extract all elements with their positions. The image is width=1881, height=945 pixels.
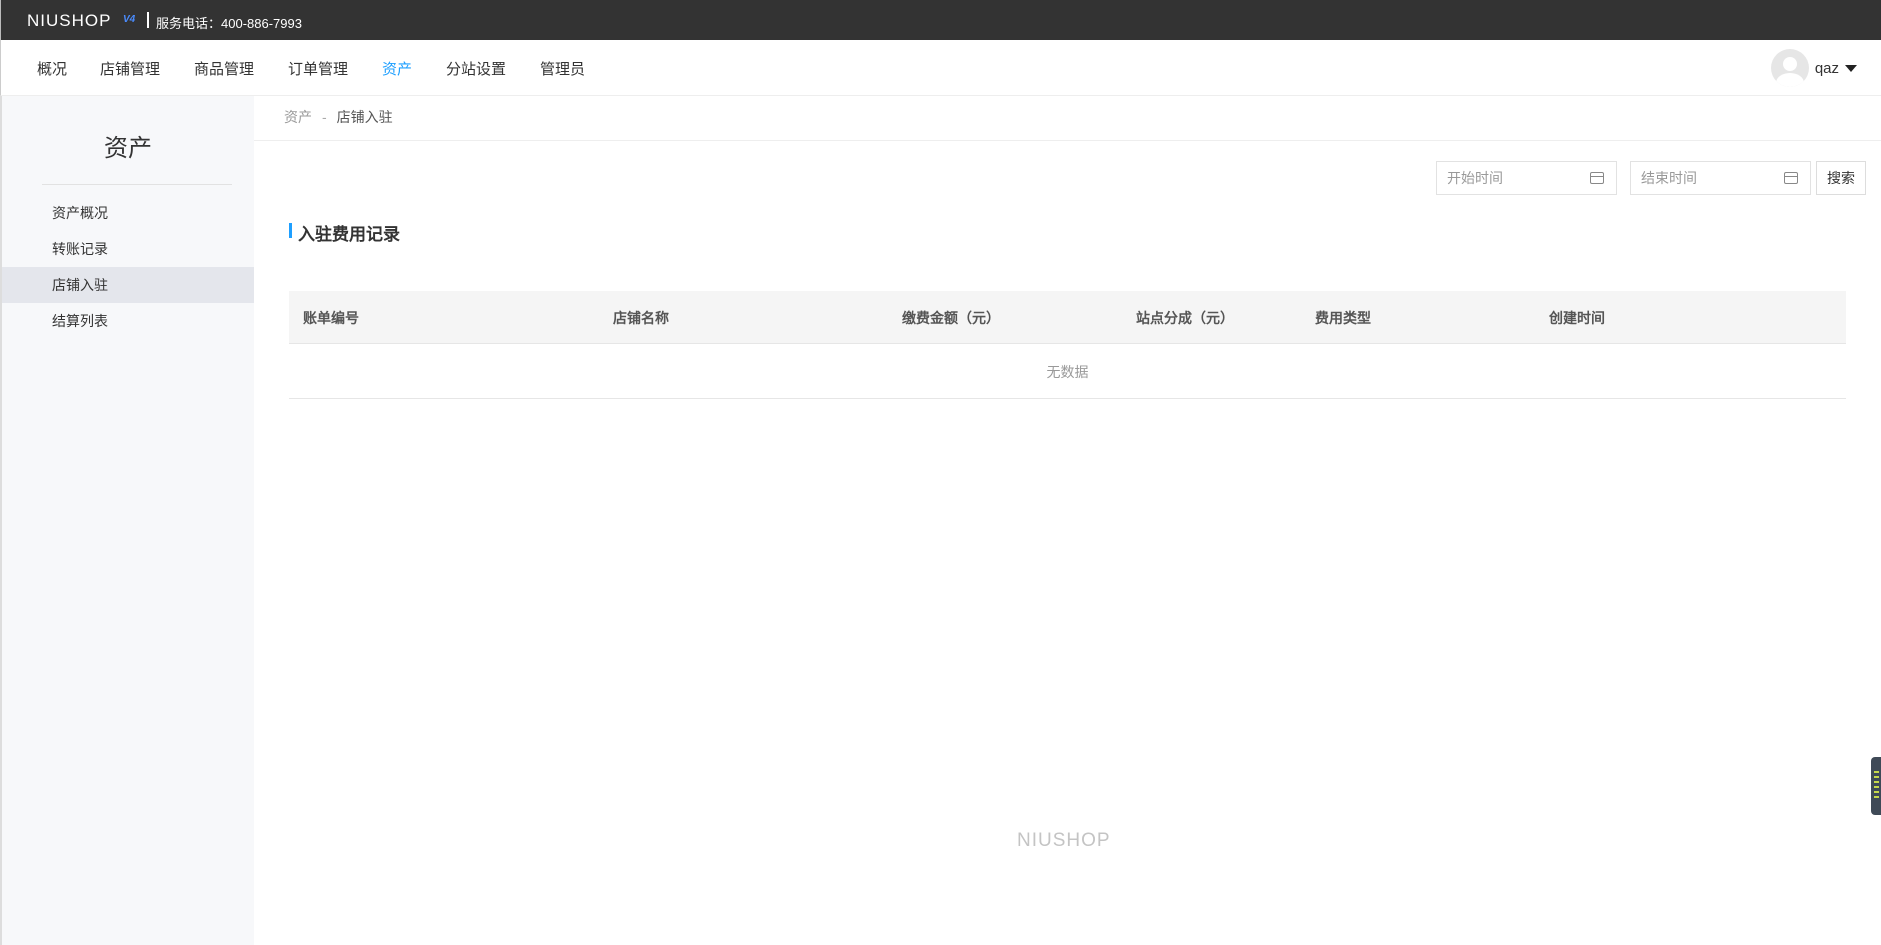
floating-side-handle[interactable]: [1871, 757, 1881, 815]
sidebar-item-store-settlement[interactable]: 店铺入驻: [2, 267, 254, 303]
nav-item-store-management[interactable]: 店铺管理: [100, 58, 160, 79]
column-header-bill-number: 账单编号: [303, 310, 359, 326]
section-title-text: 入驻费用记录: [298, 225, 400, 244]
top-bar: NIUSHOP V4 服务电话：400-886-7993: [0, 0, 1881, 40]
handle-grip-line: [1874, 786, 1879, 788]
nav-item-substation-settings[interactable]: 分站设置: [446, 58, 506, 79]
user-menu[interactable]: qaz: [1770, 48, 1857, 88]
nav-item-overview[interactable]: 概况: [37, 58, 67, 79]
start-date-field[interactable]: [1436, 161, 1617, 195]
nav-item-order-management[interactable]: 订单管理: [288, 58, 348, 79]
table-header: 账单编号 店铺名称 缴费金额（元） 站点分成（元） 费用类型 创建时间: [289, 291, 1846, 344]
column-header-store-name: 店铺名称: [613, 310, 669, 326]
column-header-created-time: 创建时间: [1549, 310, 1605, 326]
search-button[interactable]: 搜索: [1816, 161, 1866, 195]
calendar-icon: [1784, 172, 1798, 184]
end-date-field[interactable]: [1630, 161, 1811, 195]
handle-grip-line: [1874, 796, 1879, 798]
handle-grip-line: [1874, 776, 1879, 778]
sidebar-title: 资产: [104, 135, 152, 162]
avatar-body-shape: [1775, 73, 1804, 87]
section-title: 入驻费用记录: [289, 220, 400, 245]
column-header-site-commission: 站点分成（元）: [1136, 310, 1234, 326]
sidebar-item-settlement-list[interactable]: 结算列表: [2, 303, 254, 339]
nav-item-administrator[interactable]: 管理员: [540, 58, 585, 79]
handle-grip-line: [1874, 781, 1879, 783]
table-body: 无数据: [289, 343, 1846, 399]
handle-grip-line: [1874, 791, 1879, 793]
nav-item-assets[interactable]: 资产: [382, 58, 412, 79]
breadcrumb-separator: -: [322, 109, 327, 125]
nav-item-goods-management[interactable]: 商品管理: [194, 58, 254, 79]
empty-state-text: 无数据: [1046, 364, 1089, 380]
calendar-icon: [1590, 172, 1604, 184]
column-header-payment-amount: 缴费金额（元）: [902, 310, 1000, 326]
caret-down-icon[interactable]: [1845, 64, 1857, 72]
brand-logo[interactable]: NIUSHOP: [27, 11, 111, 31]
breadcrumb-parent[interactable]: 资产: [284, 109, 312, 125]
handle-grip-line: [1874, 771, 1879, 773]
end-date-input[interactable]: [1631, 162, 1781, 194]
service-hotline: 服务电话：400-886-7993: [156, 16, 302, 31]
sidebar-divider: [42, 184, 232, 185]
sidebar-item-transfer-records[interactable]: 转账记录: [2, 231, 254, 267]
logo-version-badge: V4: [123, 14, 136, 25]
breadcrumb-divider: [254, 140, 1881, 141]
main-nav: 概况 店铺管理 商品管理 订单管理 资产 分站设置 管理员 qaz: [0, 40, 1881, 96]
column-header-fee-type: 费用类型: [1315, 310, 1371, 326]
breadcrumb: 资产 - 店铺入驻: [284, 107, 393, 127]
sidebar: 资产 资产概况 转账记录 店铺入驻 结算列表: [0, 96, 254, 945]
start-date-input[interactable]: [1437, 162, 1587, 194]
avatar[interactable]: [1770, 49, 1809, 87]
footer-logo: NIUSHOP: [1017, 830, 1111, 851]
topbar-divider: [147, 12, 149, 28]
avatar-head-shape: [1782, 57, 1797, 71]
username[interactable]: qaz: [1815, 60, 1839, 77]
breadcrumb-current: 店铺入驻: [336, 109, 393, 125]
sidebar-item-asset-overview[interactable]: 资产概况: [2, 195, 254, 231]
